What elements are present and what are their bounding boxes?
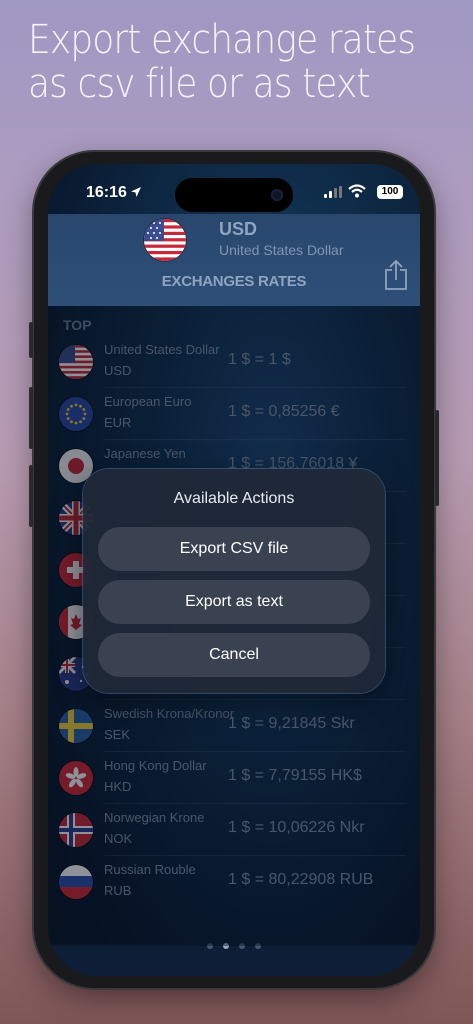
- headline-line-2: as csv file or as text: [28, 61, 371, 107]
- us-flag-icon[interactable]: [144, 219, 186, 261]
- base-currency-name: United States Dollar: [219, 242, 344, 258]
- cellular-signal-icon: [324, 186, 342, 198]
- actions-dialog: Available Actions Export CSV file Export…: [83, 469, 385, 693]
- battery-indicator: 100: [377, 185, 403, 199]
- currency-header: USD United States Dollar EXCHANGES RATES: [48, 214, 420, 306]
- status-bar: 16:16 100: [48, 164, 420, 214]
- cancel-button[interactable]: Cancel: [98, 633, 370, 677]
- wifi-icon: [348, 184, 366, 198]
- phone-frame: 16:16 100 USD United States Dollar EXCHA…: [29, 152, 439, 988]
- mute-switch: [29, 322, 33, 358]
- camera-icon: [271, 189, 283, 201]
- base-currency-code: USD: [219, 219, 258, 239]
- app-screen: 16:16 100 USD United States Dollar EXCHA…: [48, 164, 420, 976]
- volume-down-button: [29, 465, 33, 527]
- headline-line-1: Export exchange rates: [28, 17, 416, 63]
- volume-up-button: [29, 387, 33, 449]
- dynamic-island: [175, 178, 293, 212]
- power-button: [435, 410, 439, 506]
- dialog-title: Available Actions: [173, 490, 295, 507]
- promo-headline: Export exchange rates as csv file or as …: [28, 18, 424, 106]
- page-title: EXCHANGES RATES: [161, 273, 307, 290]
- export-csv-button[interactable]: Export CSV file: [98, 527, 370, 571]
- status-time: 16:16: [86, 184, 127, 201]
- export-text-button[interactable]: Export as text: [98, 580, 370, 624]
- location-arrow-icon: [131, 187, 141, 197]
- share-icon[interactable]: [384, 259, 408, 291]
